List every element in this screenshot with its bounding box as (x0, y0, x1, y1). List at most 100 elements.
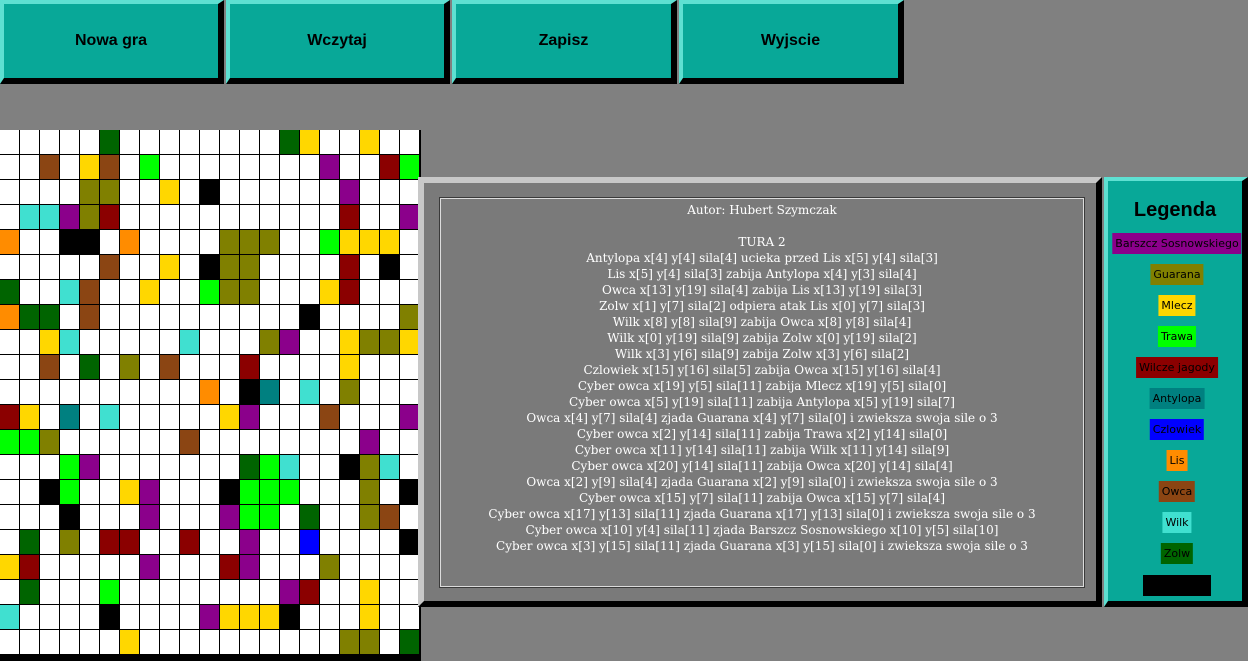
board-cell[interactable] (280, 205, 299, 229)
board-cell[interactable] (360, 205, 379, 229)
board-cell[interactable] (100, 630, 119, 654)
board-cell[interactable] (60, 505, 79, 529)
board-cell[interactable] (20, 330, 39, 354)
board-cell[interactable] (0, 630, 19, 654)
board-cell[interactable] (80, 230, 99, 254)
board-cell[interactable] (100, 380, 119, 404)
board-cell[interactable] (340, 480, 359, 504)
board-cell[interactable] (360, 230, 379, 254)
board-cell[interactable] (60, 430, 79, 454)
board-cell[interactable] (300, 155, 319, 179)
board-cell[interactable] (60, 380, 79, 404)
board-cell[interactable] (200, 155, 219, 179)
board-cell[interactable] (360, 255, 379, 279)
board-cell[interactable] (260, 155, 279, 179)
board-cell[interactable] (320, 530, 339, 554)
board-cell[interactable] (140, 130, 159, 154)
board-cell[interactable] (160, 355, 179, 379)
board-cell[interactable] (300, 380, 319, 404)
board-cell[interactable] (140, 530, 159, 554)
board-cell[interactable] (100, 555, 119, 579)
board-cell[interactable] (340, 580, 359, 604)
board-cell[interactable] (160, 305, 179, 329)
board-cell[interactable] (40, 230, 59, 254)
board-cell[interactable] (240, 305, 259, 329)
board-cell[interactable] (340, 255, 359, 279)
board-cell[interactable] (180, 280, 199, 304)
board-cell[interactable] (100, 505, 119, 529)
board-cell[interactable] (240, 405, 259, 429)
board-cell[interactable] (300, 555, 319, 579)
board-cell[interactable] (180, 355, 199, 379)
board-cell[interactable] (260, 430, 279, 454)
board-cell[interactable] (300, 180, 319, 204)
board-cell[interactable] (400, 280, 419, 304)
board-cell[interactable] (220, 555, 239, 579)
board-cell[interactable] (400, 305, 419, 329)
board-cell[interactable] (340, 280, 359, 304)
board-cell[interactable] (80, 405, 99, 429)
board-cell[interactable] (80, 305, 99, 329)
board-cell[interactable] (400, 205, 419, 229)
board-cell[interactable] (380, 255, 399, 279)
board-cell[interactable] (20, 505, 39, 529)
board-cell[interactable] (240, 605, 259, 629)
new-game-button[interactable]: Nowa gra (0, 0, 224, 84)
board-cell[interactable] (160, 205, 179, 229)
board-cell[interactable] (220, 455, 239, 479)
board-cell[interactable] (320, 380, 339, 404)
board-cell[interactable] (200, 405, 219, 429)
board-cell[interactable] (280, 405, 299, 429)
board-cell[interactable] (220, 430, 239, 454)
board-cell[interactable] (120, 380, 139, 404)
board-cell[interactable] (0, 355, 19, 379)
board-cell[interactable] (160, 380, 179, 404)
board-cell[interactable] (40, 255, 59, 279)
board-cell[interactable] (260, 405, 279, 429)
board-cell[interactable] (40, 480, 59, 504)
save-button[interactable]: Zapisz (452, 0, 677, 84)
board-cell[interactable] (100, 455, 119, 479)
board-cell[interactable] (280, 280, 299, 304)
board-cell[interactable] (400, 430, 419, 454)
board-cell[interactable] (40, 180, 59, 204)
board-cell[interactable] (140, 580, 159, 604)
board-cell[interactable] (80, 505, 99, 529)
board-cell[interactable] (240, 380, 259, 404)
board-cell[interactable] (20, 630, 39, 654)
board-cell[interactable] (140, 180, 159, 204)
board-cell[interactable] (340, 305, 359, 329)
board-cell[interactable] (260, 130, 279, 154)
board-cell[interactable] (140, 205, 159, 229)
board-cell[interactable] (380, 180, 399, 204)
board-cell[interactable] (120, 480, 139, 504)
board-cell[interactable] (220, 480, 239, 504)
board-cell[interactable] (360, 180, 379, 204)
board-cell[interactable] (400, 355, 419, 379)
board-cell[interactable] (360, 430, 379, 454)
board-cell[interactable] (380, 405, 399, 429)
board-cell[interactable] (180, 455, 199, 479)
board-cell[interactable] (180, 155, 199, 179)
board-cell[interactable] (340, 405, 359, 429)
board-cell[interactable] (80, 605, 99, 629)
board-cell[interactable] (400, 630, 419, 654)
board-cell[interactable] (160, 230, 179, 254)
board-cell[interactable] (160, 530, 179, 554)
board-cell[interactable] (260, 605, 279, 629)
board-cell[interactable] (220, 255, 239, 279)
board-cell[interactable] (360, 355, 379, 379)
board-cell[interactable] (380, 130, 399, 154)
board-cell[interactable] (200, 255, 219, 279)
board-cell[interactable] (0, 480, 19, 504)
exit-button[interactable]: Wyjscie (679, 0, 904, 84)
board-cell[interactable] (320, 405, 339, 429)
board-cell[interactable] (260, 230, 279, 254)
board-cell[interactable] (280, 530, 299, 554)
board-cell[interactable] (140, 305, 159, 329)
board-cell[interactable] (120, 205, 139, 229)
board-cell[interactable] (280, 430, 299, 454)
board-cell[interactable] (240, 580, 259, 604)
board-cell[interactable] (240, 155, 259, 179)
board-cell[interactable] (100, 480, 119, 504)
